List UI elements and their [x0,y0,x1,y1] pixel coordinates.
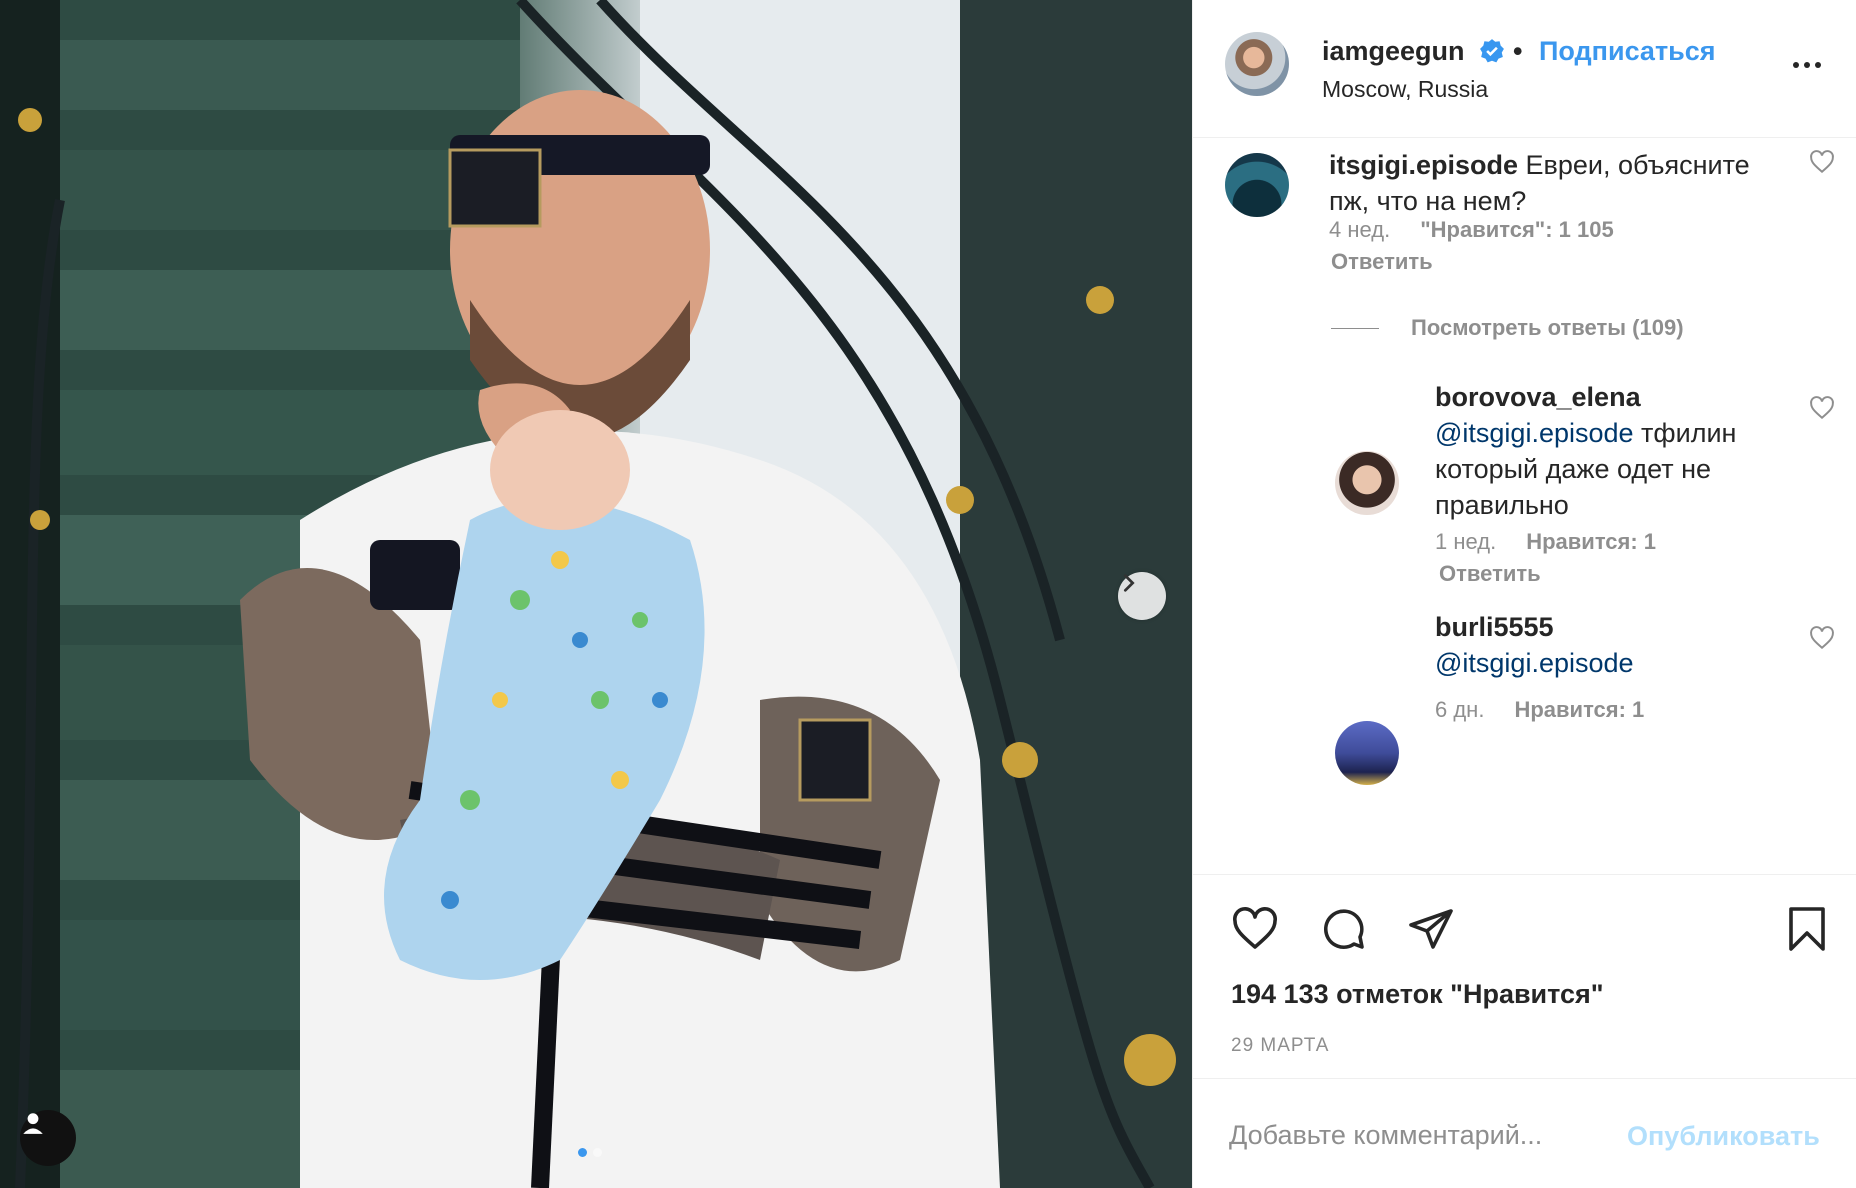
carousel-indicator [578,1148,602,1157]
comment-like-heart-icon[interactable] [1809,395,1835,421]
comment-reply-button[interactable]: Ответить [1331,249,1433,275]
comment-text-block: borovova_elena @itsgigi.episode тфилин к… [1435,379,1785,523]
publish-button[interactable]: Опубликовать [1627,1121,1820,1152]
comment-likes[interactable]: "Нравится": 1 105 [1420,217,1614,243]
post-actions: 194 133 отметок "Нравится" 29 МАРТА [1193,874,1856,1074]
comment-mention[interactable]: @itsgigi.episode [1435,648,1634,678]
carousel-dot-active [578,1148,587,1157]
like-count[interactable]: 194 133 отметок "Нравится" [1231,979,1604,1010]
commenter-avatar[interactable] [1335,721,1399,785]
more-dot [1793,62,1799,68]
share-icon[interactable] [1407,905,1455,953]
author-username[interactable]: iamgeegun [1322,36,1465,67]
post-photo[interactable] [0,0,1192,1188]
comment-input[interactable] [1229,1113,1609,1157]
comment-meta: 1 нед. Нравится: 1 [1435,529,1656,555]
comment-username[interactable]: itsgigi.episode [1329,150,1518,180]
next-photo-button[interactable] [1118,572,1166,620]
comment-icon[interactable] [1319,905,1367,953]
user-tag-icon [23,1113,43,1134]
view-replies-line [1331,327,1379,329]
comment-item: itsgigi.episode Евреи, объясните пж, что… [1329,147,1789,219]
more-dot [1804,62,1810,68]
separator-dot: • [1513,36,1523,66]
comment-likes[interactable]: Нравится: 1 [1514,697,1644,723]
comment-like-heart-icon[interactable] [1809,625,1835,651]
comment-item: borovova_elena @itsgigi.episode тфилин к… [1435,379,1785,523]
comment-item: burli5555 @itsgigi.episode [1435,609,1785,681]
comment-age[interactable]: 6 дн. [1435,697,1484,723]
view-replies-button[interactable]: Посмотреть ответы (109) [1331,315,1684,341]
more-dot [1815,62,1821,68]
post-date[interactable]: 29 МАРТА [1231,1035,1329,1057]
more-options-button[interactable] [1793,62,1821,68]
post-sidebar: iamgeegun • Подписаться Moscow, Russia i… [1192,0,1856,1188]
heart-icon[interactable] [1231,905,1279,953]
commenter-avatar[interactable] [1335,451,1399,515]
comment-username[interactable]: borovova_elena [1435,382,1641,412]
comment-like-heart-icon[interactable] [1809,149,1835,175]
chevron-right-icon [1123,574,1135,592]
follow-button[interactable]: Подписаться [1539,36,1716,67]
comment-age[interactable]: 1 нед. [1435,529,1496,555]
comment-likes[interactable]: Нравится: 1 [1526,529,1656,555]
view-replies-label: Посмотреть ответы (109) [1411,315,1684,340]
comment-meta: 4 нед. "Нравится": 1 105 [1329,217,1614,243]
bookmark-icon[interactable] [1783,905,1831,953]
verified-badge-icon [1480,39,1504,63]
comments-list[interactable]: itsgigi.episode Евреи, объясните пж, что… [1193,139,1856,873]
comment-reply-button[interactable]: Ответить [1439,561,1541,587]
post-location[interactable]: Moscow, Russia [1322,76,1488,103]
comment-username[interactable]: burli5555 [1435,612,1554,642]
commenter-avatar[interactable] [1225,153,1289,217]
add-comment-bar: Опубликовать [1193,1078,1856,1188]
comment-meta: 6 дн. Нравится: 1 [1435,697,1644,723]
post-header: iamgeegun • Подписаться Moscow, Russia [1193,0,1856,138]
comment-age[interactable]: 4 нед. [1329,217,1390,243]
carousel-dot [593,1148,602,1157]
comment-text-block: itsgigi.episode Евреи, объясните пж, что… [1329,147,1789,219]
comment-mention[interactable]: @itsgigi.episode [1435,418,1634,448]
author-avatar[interactable] [1225,32,1289,96]
comment-text-block: burli5555 @itsgigi.episode [1435,609,1785,681]
photo-illustration [0,0,1192,1188]
user-tag-button[interactable] [20,1110,76,1166]
